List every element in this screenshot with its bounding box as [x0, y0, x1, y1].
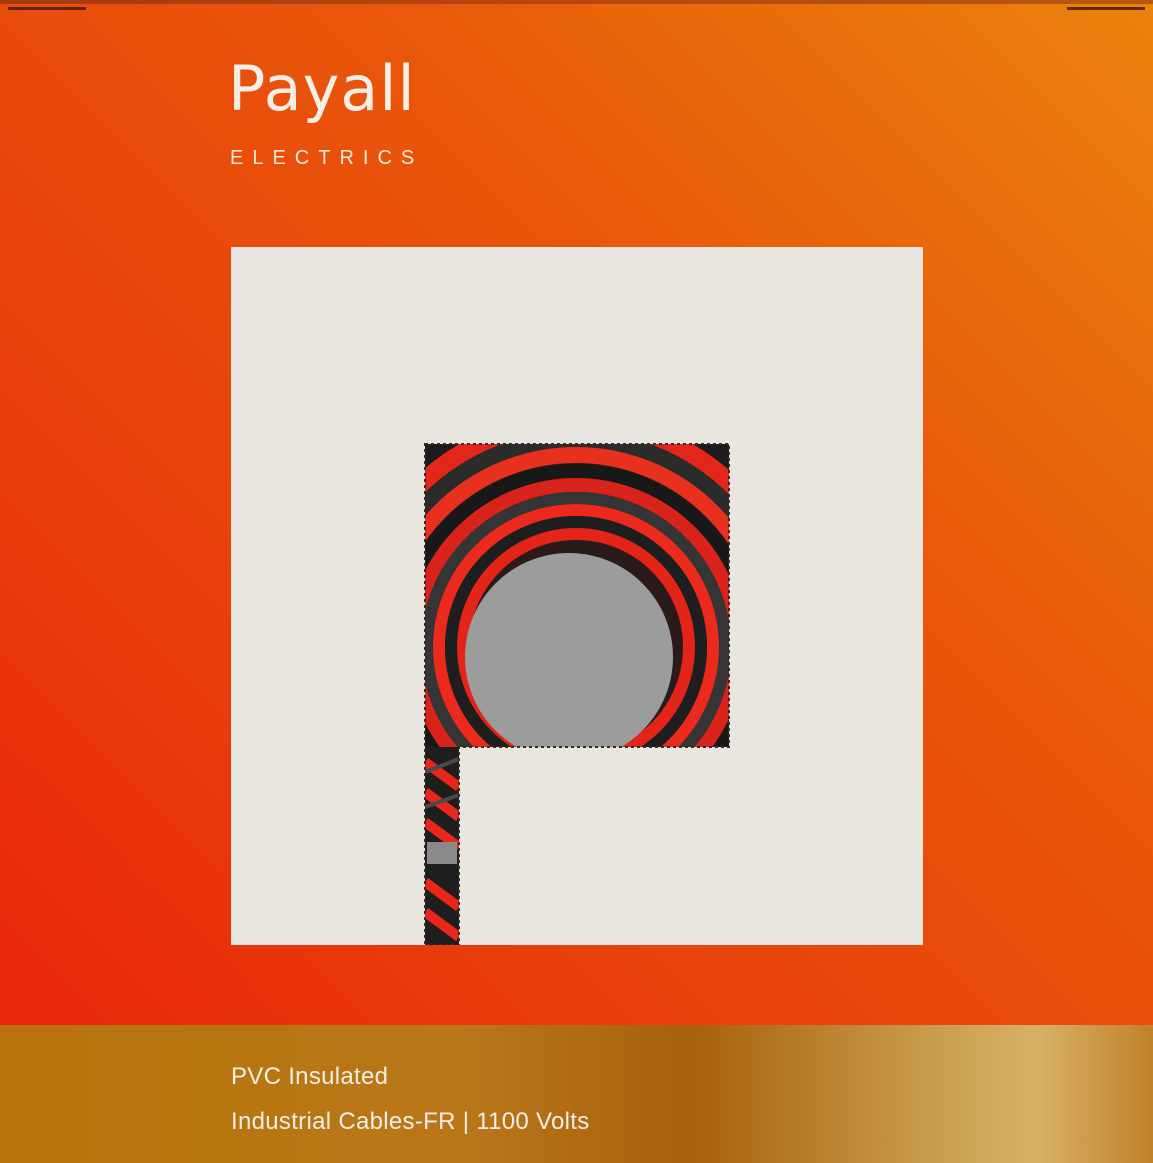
- brand-name: Payall: [228, 52, 416, 125]
- corner-mark-right: [1067, 7, 1145, 10]
- product-line-1: PVC Insulated: [231, 1063, 389, 1090]
- cable-coil-p-logo-icon: [424, 443, 730, 945]
- package-front: Payall ELECTRICS PVC Insulated Industria…: [0, 0, 1153, 1163]
- top-edge: [0, 0, 1153, 4]
- gold-band: [0, 1025, 1153, 1163]
- corner-mark-left: [8, 7, 86, 10]
- brand-subtitle: ELECTRICS: [230, 147, 424, 169]
- product-line-2: Industrial Cables-FR | 1100 Volts: [231, 1108, 590, 1135]
- logo-panel: [231, 247, 923, 945]
